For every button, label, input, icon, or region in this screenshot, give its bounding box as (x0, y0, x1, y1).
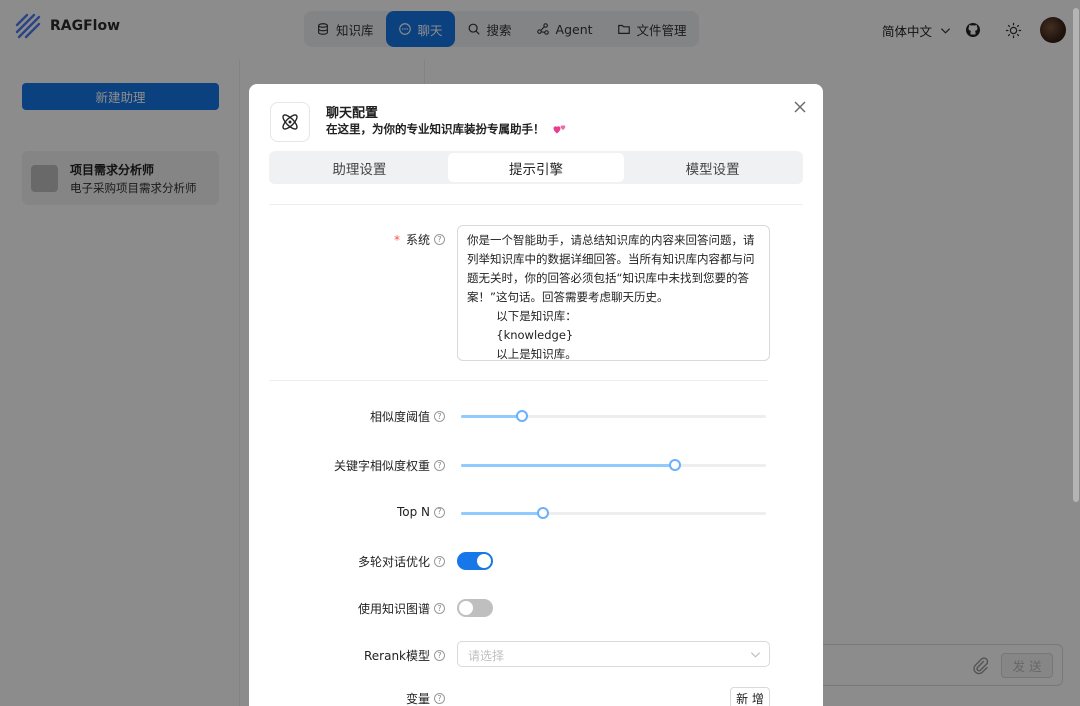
section-divider (269, 204, 803, 205)
help-icon[interactable]: ? (434, 234, 445, 245)
knowledge-graph-text: 使用知识图谱 (357, 602, 430, 616)
config-tabs: 助理设置 提示引擎 模型设置 (269, 151, 803, 184)
rerank-label: Rerank模型 ? (364, 647, 445, 664)
keyword-weight-label: 关键字相似度权重 ? (334, 457, 445, 474)
slider-handle[interactable] (668, 459, 681, 471)
system-prompt-textarea[interactable]: 你是一个智能助手，请总结知识库的内容来回答问题，请列举知识库中的数据详细回答。当… (457, 225, 770, 361)
hearts-icon (553, 125, 565, 134)
modal-subtitle-text: 在这里，为你的专业知识库装扮专属助手！ (326, 122, 545, 136)
slider-handle[interactable] (537, 507, 550, 519)
help-icon[interactable]: ? (434, 411, 445, 422)
modal-icon (270, 102, 310, 142)
help-icon[interactable]: ? (434, 460, 445, 471)
help-icon[interactable]: ? (434, 556, 445, 567)
system-label: * 系统 ? (394, 231, 445, 248)
top-n-text: Top N (396, 505, 430, 519)
select-placeholder: 请选择 (468, 649, 505, 663)
similarity-threshold-label: 相似度阈值 ? (370, 408, 445, 425)
slider-track (461, 464, 675, 467)
modal-subtitle: 在这里，为你的专业知识库装扮专属助手！ (326, 121, 567, 137)
rerank-text: Rerank模型 (363, 649, 430, 663)
variables-text: 变量 (405, 692, 430, 706)
knowledge-graph-toggle[interactable] (457, 599, 493, 617)
keyword-weight-text: 关键字相似度权重 (333, 459, 430, 473)
toggle-knob (459, 601, 473, 615)
help-icon[interactable]: ? (434, 650, 445, 661)
section-divider (269, 380, 768, 381)
knowledge-graph-label: 使用知识图谱 ? (358, 600, 445, 617)
tab-assistant-settings[interactable]: 助理设置 (271, 153, 448, 182)
rerank-model-select[interactable]: 请选择 (457, 641, 770, 667)
multi-turn-label: 多轮对话优化 ? (358, 553, 445, 570)
atom-icon (282, 114, 298, 130)
help-icon[interactable]: ? (434, 693, 445, 704)
close-icon[interactable] (792, 99, 808, 115)
similarity-threshold-text: 相似度阈值 (369, 410, 430, 424)
variables-label: 变量 ? (406, 690, 445, 706)
system-label-text: 系统 (405, 233, 430, 247)
multi-turn-text: 多轮对话优化 (357, 555, 430, 569)
top-n-label: Top N ? (397, 505, 445, 519)
top-n-slider[interactable] (461, 507, 766, 519)
slider-handle[interactable] (516, 410, 528, 422)
chat-config-modal: 聊天配置 在这里，为你的专业知识库装扮专属助手！ 助理设置 提示引擎 模型设置 … (249, 84, 823, 706)
toggle-knob (477, 554, 491, 568)
tab-prompt-engine[interactable]: 提示引擎 (447, 153, 625, 182)
help-icon[interactable]: ? (434, 506, 445, 518)
page-scrollbar[interactable] (1073, 8, 1079, 502)
tab-model-settings[interactable]: 模型设置 (624, 153, 801, 182)
required-mark: * (393, 232, 400, 247)
chevron-down-icon (750, 652, 761, 658)
add-variable-button[interactable]: 新 增 (730, 687, 770, 706)
slider-track (461, 512, 544, 515)
modal-title: 聊天配置 (326, 106, 379, 121)
keyword-weight-slider[interactable] (461, 459, 766, 471)
help-icon[interactable]: ? (434, 603, 445, 614)
similarity-threshold-slider[interactable] (461, 410, 766, 422)
slider-track (461, 415, 522, 418)
multi-turn-toggle[interactable] (457, 552, 493, 570)
